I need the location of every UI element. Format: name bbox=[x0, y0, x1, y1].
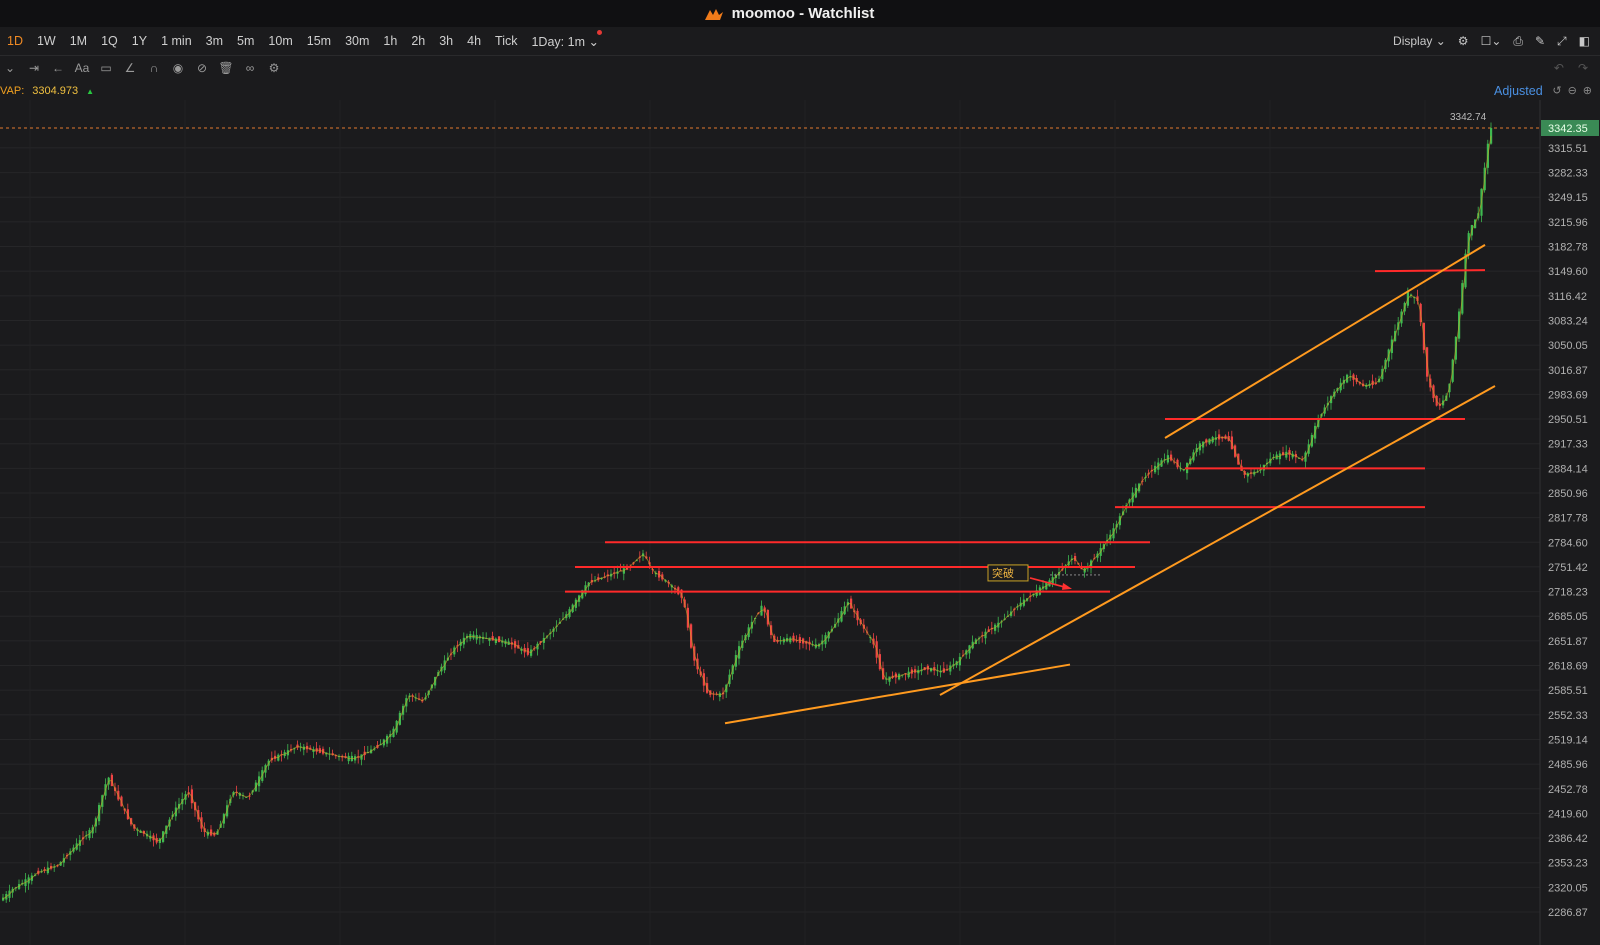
y-tick-label: 2718.23 bbox=[1548, 587, 1588, 599]
horizontal-line bbox=[1374, 269, 1486, 273]
timeframe-1w[interactable]: 1W bbox=[30, 34, 63, 48]
y-tick-label: 2817.78 bbox=[1548, 513, 1588, 525]
timeframe-1h[interactable]: 1h bbox=[376, 34, 404, 48]
y-tick-label: 2950.51 bbox=[1548, 414, 1588, 426]
y-tick-label: 2685.05 bbox=[1548, 611, 1588, 623]
pen-icon[interactable]: ✎ bbox=[1535, 34, 1545, 48]
undo-redo: ↶ ↷ bbox=[1554, 56, 1588, 80]
y-tick-label: 2386.42 bbox=[1548, 833, 1588, 845]
price-chart[interactable]: 3315.51 3282.33 3249.15 3215.96 3182.78 3149.… bbox=[0, 100, 1600, 945]
y-tick-label: 3315.51 bbox=[1548, 143, 1588, 155]
timeframe-30m[interactable]: 30m bbox=[338, 34, 376, 48]
y-tick-label: 2983.69 bbox=[1548, 389, 1588, 401]
notification-dot bbox=[596, 29, 602, 35]
measure-icon[interactable]: ⇥ bbox=[24, 58, 44, 78]
moomoo-logo-icon bbox=[704, 8, 723, 20]
line-icon[interactable]: ∠ bbox=[120, 58, 140, 78]
y-tick-label: 2917.33 bbox=[1548, 439, 1588, 451]
timeframe-10m[interactable]: 10m bbox=[261, 34, 299, 48]
fullscreen-icon[interactable]: ⤢ bbox=[1557, 34, 1567, 49]
y-tick-label: 2850.96 bbox=[1548, 488, 1588, 500]
timeframe-4h[interactable]: 4h bbox=[460, 34, 488, 48]
y-tick-label: 3050.05 bbox=[1548, 340, 1588, 352]
crosshair-icon[interactable]: ⌄ bbox=[0, 58, 20, 78]
y-tick-label: 2353.23 bbox=[1548, 858, 1588, 870]
day-selector[interactable]: 1Day: 1m ⌄ bbox=[524, 29, 605, 49]
y-tick-label: 2452.78 bbox=[1548, 784, 1588, 796]
indicator-name: VAP: bbox=[0, 85, 25, 97]
y-tick-label: 3282.33 bbox=[1548, 168, 1588, 180]
y-tick-label: 2751.42 bbox=[1548, 562, 1588, 574]
timeframe-5m[interactable]: 5m bbox=[230, 34, 261, 48]
timeframe-2h[interactable]: 2h bbox=[404, 34, 432, 48]
reset-icon[interactable]: ↺ bbox=[1552, 84, 1561, 97]
indicator-value: 3304.973 bbox=[32, 85, 79, 97]
timeframe-tick[interactable]: Tick bbox=[488, 34, 524, 48]
hide-icon[interactable]: ⊘ bbox=[192, 58, 212, 78]
timeframe-bar: 1D 1W 1M 1Q 1Y 1 min 3m 5m 10m 15m 30m 1h 2h 3h 4h Tick… bbox=[0, 27, 1600, 56]
arrow-icon[interactable]: ← bbox=[48, 58, 68, 78]
magnet-icon[interactable]: ∩ bbox=[144, 58, 164, 78]
day-selector-label: 1Day: 1m bbox=[531, 34, 585, 49]
adjusted-button[interactable]: Adjusted bbox=[1494, 84, 1542, 98]
current-price-label: 3342.35 bbox=[1548, 123, 1588, 135]
timeframe-1q[interactable]: 1Q bbox=[94, 34, 125, 48]
layout-icon[interactable]: ☐⌄ bbox=[1481, 34, 1502, 48]
timeframe-1d[interactable]: 1D bbox=[0, 34, 30, 48]
undo-icon[interactable]: ↶ bbox=[1554, 61, 1564, 75]
y-tick-label: 2519.14 bbox=[1548, 734, 1588, 746]
zoom-out-icon[interactable]: ⊖ bbox=[1568, 84, 1577, 97]
y-tick-label: 3182.78 bbox=[1548, 242, 1588, 254]
y-tick-label: 2419.60 bbox=[1548, 808, 1588, 820]
y-tick-label: 3215.96 bbox=[1548, 217, 1588, 229]
window-title: moomoo - Watchlist bbox=[731, 5, 875, 22]
title-bar: moomoo - Watchlist bbox=[0, 0, 1600, 27]
y-tick-label: 3149.60 bbox=[1548, 266, 1588, 278]
annotation-label: 突破 bbox=[992, 566, 1014, 580]
timeframe-15m[interactable]: 15m bbox=[300, 34, 338, 48]
comment-icon[interactable]: ▭ bbox=[96, 58, 116, 78]
y-tick-label: 3016.87 bbox=[1548, 365, 1588, 377]
timeframe-1min[interactable]: 1 min bbox=[154, 34, 199, 48]
y-tick-label: 3116.42 bbox=[1548, 291, 1587, 303]
timeframe-3h[interactable]: 3h bbox=[432, 34, 460, 48]
display-dropdown[interactable]: Display ⌄ bbox=[1393, 34, 1446, 48]
tf-right-controls: Display ⌄ ⚙ ☐⌄ ⎙ ✎ ⤢ ◧ bbox=[1393, 27, 1590, 55]
vap-indicator: VAP: 3304.973 ▲ bbox=[0, 83, 94, 99]
timeframe-3m[interactable]: 3m bbox=[199, 34, 230, 48]
eye-icon[interactable]: ◉ bbox=[168, 58, 188, 78]
y-tick-label: 2485.96 bbox=[1548, 759, 1588, 771]
y-tick-label: 2784.60 bbox=[1548, 537, 1588, 549]
zoom-in-icon[interactable]: ⊕ bbox=[1583, 84, 1592, 97]
text-icon[interactable]: Aa bbox=[72, 58, 92, 78]
link-icon[interactable]: ∞ bbox=[240, 58, 260, 78]
camera-icon[interactable]: ⎙ bbox=[1513, 34, 1523, 49]
redo-icon[interactable]: ↷ bbox=[1578, 61, 1588, 75]
y-tick-label: 2585.51 bbox=[1548, 685, 1588, 697]
panel-icon[interactable]: ◧ bbox=[1579, 34, 1590, 48]
timeframe-1m[interactable]: 1M bbox=[63, 34, 94, 48]
display-label: Display bbox=[1393, 34, 1433, 48]
timeframe-1y[interactable]: 1Y bbox=[125, 34, 154, 48]
y-tick-label: 2651.87 bbox=[1548, 636, 1588, 648]
chart-zoom-controls: ↺ ⊖ ⊕ bbox=[1552, 84, 1592, 97]
y-tick-label: 2286.87 bbox=[1548, 907, 1588, 919]
y-tick-label: 2552.33 bbox=[1548, 710, 1588, 722]
chevron-down-icon: ⌄ bbox=[588, 34, 599, 49]
y-tick-label: 2320.05 bbox=[1548, 882, 1588, 894]
up-arrow-icon: ▲ bbox=[86, 86, 95, 96]
toolbar-settings-icon[interactable]: ⚙ bbox=[264, 58, 284, 78]
chart-background bbox=[0, 100, 1600, 945]
trash-icon[interactable]: 🗑 bbox=[216, 58, 236, 78]
settings-icon[interactable]: ⚙ bbox=[1458, 34, 1469, 48]
y-tick-label: 3249.15 bbox=[1548, 192, 1588, 204]
y-tick-label: 2884.14 bbox=[1548, 463, 1588, 475]
y-tick-label: 2618.69 bbox=[1548, 661, 1588, 673]
high-price-label: 3342.74 bbox=[1450, 112, 1487, 123]
drawing-toolbar: ⌄ ⇥ ← Aa ▭ ∠ ∩ ◉ ⊘ 🗑 ∞ ⚙ ↶ ↷ bbox=[0, 56, 1600, 80]
y-tick-label: 3083.24 bbox=[1548, 315, 1588, 327]
